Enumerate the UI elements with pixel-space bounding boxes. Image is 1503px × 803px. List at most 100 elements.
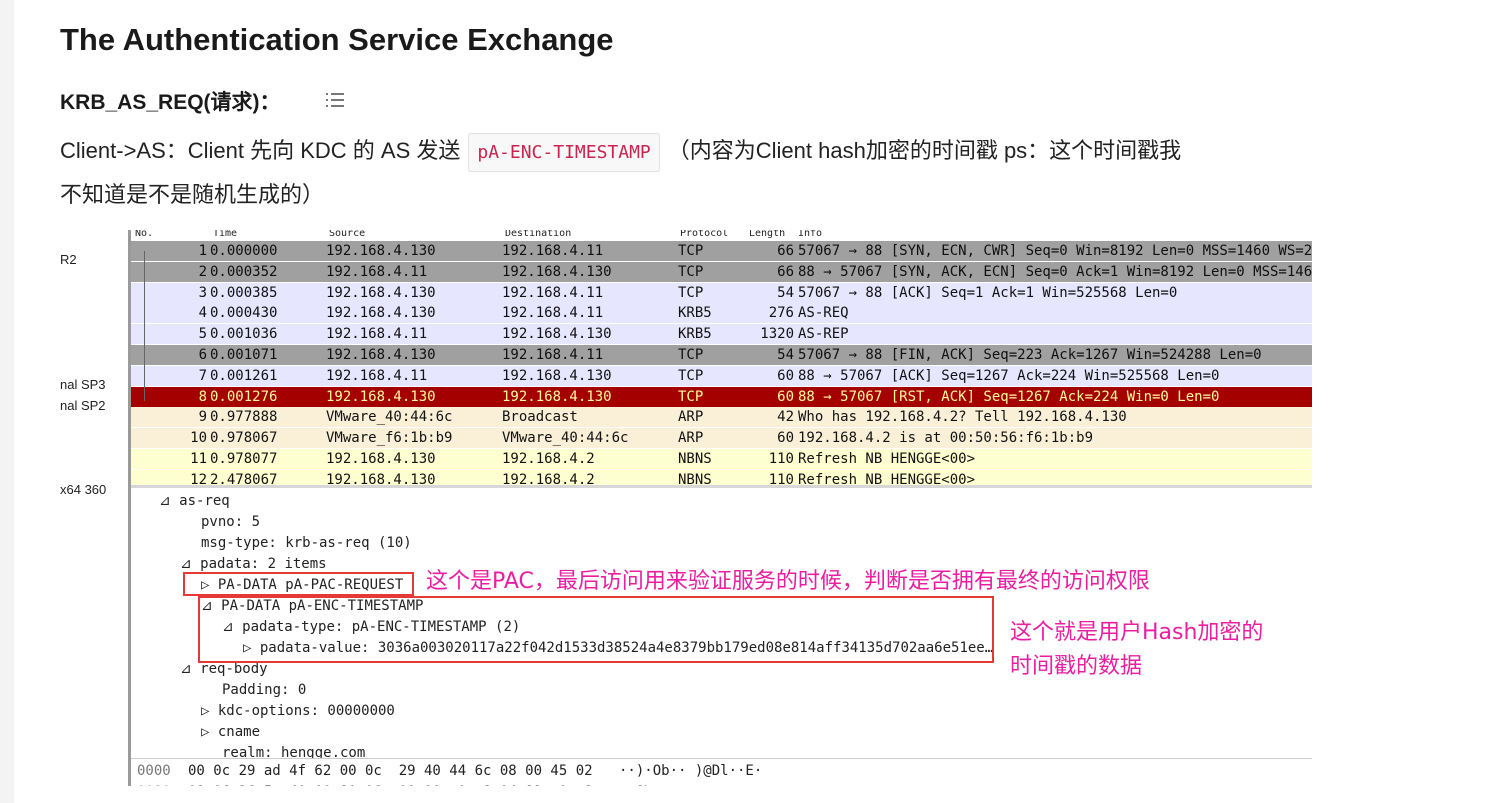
packet-time: 0.000352 [210, 263, 278, 280]
packet-length: 66 [777, 263, 794, 280]
col-protocol[interactable]: Protocol [680, 230, 728, 239]
hash-annotation-line1: 这个就是用户Hash加密的 [1010, 620, 1264, 645]
inline-code: pA-ENC-TIMESTAMP [468, 133, 660, 172]
packet-length: 54 [777, 284, 794, 301]
para-text-after: （内容为Client hash加密的时间戳 ps：这个时间戳我 [667, 138, 1182, 163]
packet-source: 192.168.4.130 [326, 243, 436, 259]
packet-info: 88 → 57067 [SYN, ACK, ECN] Seq=0 Ack=1 W… [798, 263, 1312, 280]
bytes-ascii: ··)·Ob·· )@Dl··E· [619, 763, 763, 779]
packet-destination: 192.168.4.2 [502, 471, 595, 485]
packet-length: 54 [777, 347, 794, 363]
packet-row[interactable]: 6 0.001071 192.168.4.130 192.168.4.11 TCP 54 5… [131, 345, 1312, 365]
packet-protocol: ARP [678, 430, 704, 447]
packet-row[interactable]: 7 0.001261 192.168.4.11 192.168.4.130 TCP 60 8… [131, 365, 1312, 386]
packet-info: AS-REQ [798, 305, 849, 322]
packet-time: 0.001261 [210, 367, 278, 384]
packet-destination: 192.168.4.130 [502, 388, 612, 405]
packet-destination: 192.168.4.130 [502, 326, 612, 343]
packet-row[interactable]: 2 0.000352 192.168.4.11 192.168.4.130 TCP 66 8… [131, 261, 1312, 282]
bytes-hex: 01 06 26 5c 40 00 80 06 00 00 c0 a8 04 8… [188, 782, 593, 786]
packet-row[interactable]: 10 0.978067 VMware_f6:1b:b9 VMware_40:44:6c… [131, 428, 1312, 449]
packet-destination: 192.168.4.11 [502, 347, 604, 363]
conversation-bracket [144, 251, 146, 401]
packet-no: 10 [190, 430, 207, 447]
packet-time: 0.000385 [210, 284, 278, 301]
packet-row[interactable]: 12 2.478067 192.168.4.130 192.168.4.2 NBNS 11… [131, 469, 1312, 485]
packet-info: Refresh NB HENGGE<00> [798, 471, 976, 485]
col-info[interactable]: Info [798, 230, 822, 239]
packet-time: 0.978077 [210, 451, 278, 467]
packet-info: 88 → 57067 [RST, ACK] Seq=1267 Ack=224 W… [798, 388, 1220, 405]
packet-destination: Broadcast [502, 409, 578, 426]
packet-length: 60 [777, 430, 794, 447]
wireshark-screenshot: No. Time Source Destination Protocol Len… [128, 230, 1312, 786]
packet-row[interactable]: 3 0.000385 192.168.4.130 192.168.4.11 TCP 54 5… [131, 282, 1312, 303]
packet-length: 42 [777, 409, 794, 426]
packet-info: 57067 → 88 [FIN, ACK] Seq=223 Ack=1267 W… [798, 347, 1262, 363]
col-length[interactable]: Length [749, 230, 785, 239]
page-title: The Authentication Service Exchange [60, 22, 614, 57]
packet-source: 192.168.4.11 [326, 263, 428, 280]
packet-protocol: NBNS [678, 451, 712, 467]
packet-source: 192.168.4.130 [326, 388, 436, 405]
tree-node[interactable]: ▷ cname [201, 722, 260, 742]
packet-destination: 192.168.4.11 [502, 284, 604, 301]
packet-protocol: NBNS [678, 471, 712, 485]
packet-time: 0.978067 [210, 430, 278, 447]
sidebar-fragment: x64 360 [60, 482, 107, 497]
packet-no: 11 [190, 451, 207, 467]
packet-row[interactable]: 4 0.000430 192.168.4.130 192.168.4.11 KRB5 27… [131, 303, 1312, 324]
packet-protocol: TCP [678, 243, 704, 259]
tree-node[interactable]: ⊿ as-req [159, 491, 230, 511]
packet-destination: 192.168.4.2 [502, 451, 595, 467]
packet-row[interactable]: 9 0.977888 VMware_40:44:6c Broadcast ARP 42 Wh… [131, 407, 1312, 428]
packet-row[interactable]: 5 0.001036 192.168.4.11 192.168.4.130 KRB5 13… [131, 324, 1312, 345]
packet-destination: 192.168.4.11 [502, 243, 604, 259]
packet-row[interactable]: 1 0.000000 192.168.4.130 192.168.4.11 TCP 66 5… [131, 241, 1312, 261]
packet-length: 110 [768, 471, 794, 485]
packet-length: 66 [777, 243, 794, 259]
packet-row[interactable]: 8 0.001276 192.168.4.130 192.168.4.130 TCP 60… [131, 386, 1312, 407]
tree-node: msg-type: krb-as-req (10) [201, 535, 412, 551]
packet-row[interactable]: 11 0.978077 192.168.4.130 192.168.4.2 NBNS 11… [131, 449, 1312, 469]
outline-list-icon[interactable] [326, 92, 344, 108]
packet-time: 2.478067 [210, 471, 278, 485]
packet-time: 0.001276 [210, 388, 278, 405]
packet-list: 1 0.000000 192.168.4.130 192.168.4.11 TCP 66 5… [131, 241, 1312, 485]
packet-info: Who has 192.168.4.2? Tell 192.168.4.130 [798, 409, 1127, 426]
col-destination[interactable]: Destination [505, 230, 571, 239]
packet-source: 192.168.4.130 [326, 451, 436, 467]
hash-annotation-line2: 时间戳的数据 [1010, 654, 1143, 679]
packet-source: 192.168.4.11 [326, 367, 428, 384]
para-text-before: Client->AS：Client 先向 KDC 的 AS 发送 [60, 138, 461, 163]
col-no[interactable]: No. [135, 230, 153, 239]
paragraph: Client->AS：Client 先向 KDC 的 AS 发送 pA-ENC-T… [60, 130, 1320, 216]
tree-node[interactable]: ▷ kdc-options: 00000000 [201, 701, 395, 721]
packet-no: 5 [198, 326, 207, 343]
packet-time: 0.000430 [210, 305, 278, 322]
packet-no: 12 [190, 471, 207, 485]
packet-source: VMware_f6:1b:b9 [326, 430, 453, 447]
tree-node: realm: hengge.com [222, 745, 366, 758]
packet-no: 4 [198, 305, 207, 322]
tree-node: pvno: 5 [201, 514, 261, 530]
packet-source: 192.168.4.130 [326, 347, 436, 363]
packet-info: 192.168.4.2 is at 00:50:56:f6:1b:b9 [798, 430, 1094, 447]
packet-source: 192.168.4.130 [326, 284, 436, 301]
packet-protocol: KRB5 [678, 326, 712, 343]
packet-info: 57067 → 88 [SYN, ECN, CWR] Seq=0 Win=819… [798, 243, 1312, 259]
sidebar-fragment: nal SP3 [60, 377, 106, 392]
tree-node[interactable]: ⊿ padata: 2 items [180, 554, 327, 574]
packet-no: 2 [198, 263, 207, 280]
packet-time: 0.000000 [210, 243, 278, 259]
packet-list-header: No. Time Source Destination Protocol Len… [131, 230, 1312, 241]
col-source[interactable]: Source [329, 230, 365, 239]
packet-info: Refresh NB HENGGE<00> [798, 451, 976, 467]
pac-annotation: 这个是PAC，最后访问用来验证服务的时候，判断是否拥有最终的访问权限 [426, 569, 1150, 594]
packet-protocol: TCP [678, 284, 704, 301]
section-heading: KRB_AS_REQ(请求)： [60, 91, 281, 114]
packet-destination: 192.168.4.130 [502, 367, 612, 384]
left-gutter [0, 0, 14, 803]
bytes-row: 0000 00 0c 29 ad 4f 62 00 0c 29 40 44 6c … [131, 761, 1312, 781]
col-time[interactable]: Time [213, 230, 237, 239]
